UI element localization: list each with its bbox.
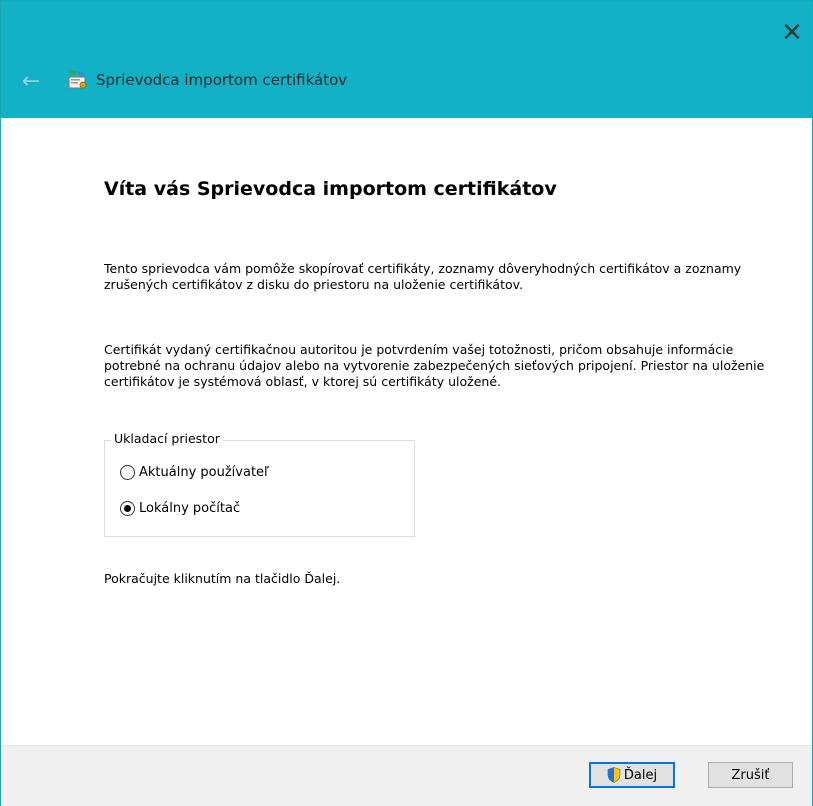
cancel-button-label: Zrušiť xyxy=(731,767,770,783)
close-button[interactable]: ✕ xyxy=(772,13,812,53)
back-button: ← xyxy=(17,68,45,96)
radio-current-user-label: Aktuálny používateľ xyxy=(139,465,269,480)
certificate-import-wizard-window: ✕ ← Sprievodca importom certifikátov Vít… xyxy=(0,0,813,806)
next-button-label: Ďalej xyxy=(623,767,658,783)
intro-paragraph: Tento sprievodca vám pomôže skopírovať c… xyxy=(104,261,742,292)
page-heading: Víta vás Sprievodca importom certifikáto… xyxy=(104,178,557,200)
wizard-content: Víta vás Sprievodca importom certifikáto… xyxy=(1,118,812,745)
radio-local-machine[interactable]: Lokálny počítač xyxy=(120,501,240,516)
close-icon: ✕ xyxy=(781,18,803,48)
cancel-button[interactable]: Zrušiť xyxy=(708,762,793,788)
uac-shield-icon xyxy=(607,767,621,783)
radio-current-user[interactable]: Aktuálny používateľ xyxy=(120,465,269,480)
certificate-wizard-icon xyxy=(68,70,87,89)
radio-local-machine-label: Lokálny počítač xyxy=(139,501,241,516)
title-bar: ✕ ← Sprievodca importom certifikátov xyxy=(1,1,812,118)
window-title: Sprievodca importom certifikátov xyxy=(96,71,348,89)
store-location-legend: Ukladací priestor xyxy=(111,431,223,446)
continue-hint: Pokračujte kliknutím na tlačidlo Ďalej. xyxy=(104,571,341,586)
store-location-group: Ukladací priestor Aktuálny používateľ Lo… xyxy=(104,431,415,537)
button-bar: Ďalej Zrušiť xyxy=(1,745,812,806)
radio-button-checked[interactable] xyxy=(120,501,135,516)
radio-button-unchecked[interactable] xyxy=(120,465,135,480)
certificate-description-paragraph: Certifikát vydaný certifikačnou autorito… xyxy=(104,342,765,389)
next-button[interactable]: Ďalej xyxy=(589,762,675,788)
back-arrow-icon: ← xyxy=(21,69,41,94)
